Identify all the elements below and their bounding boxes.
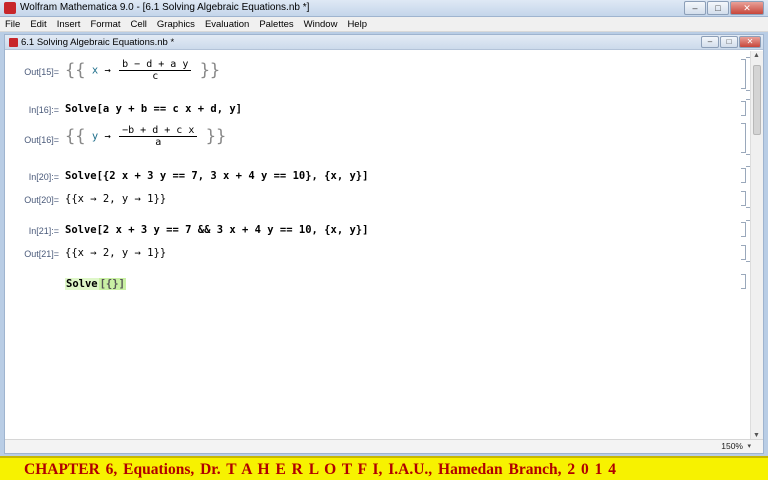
minimize-button[interactable]: – — [684, 1, 706, 15]
out15-var: x — [91, 64, 99, 77]
output-cell-20[interactable]: {{x → 2, y → 1}} — [65, 193, 166, 205]
notebook-restore-button[interactable]: □ — [720, 36, 738, 48]
status-bar: 150% ▾ — [5, 439, 763, 453]
maximize-button[interactable]: □ — [707, 1, 729, 15]
menu-bar: File Edit Insert Format Cell Graphics Ev… — [0, 17, 768, 32]
notebook-minimize-button[interactable]: – — [701, 36, 719, 48]
output-cell-15[interactable]: {{ x → b − d + a y c }} — [65, 59, 220, 82]
output-cell-16[interactable]: {{ y → −b + d + c x a }} — [65, 125, 226, 148]
active-solve-brackets: [{}] — [98, 278, 126, 290]
close-button[interactable]: ✕ — [730, 1, 764, 15]
out15-fraction: b − d + a y c — [119, 59, 192, 82]
notebook-close-button[interactable]: ✕ — [739, 36, 761, 48]
lecture-banner: CHAPTER 6, Equations, Dr. T A H E R L O … — [0, 456, 768, 480]
input-cell-21[interactable]: Solve[2 x + 3 y == 7 && 3 x + 4 y == 10,… — [65, 224, 368, 236]
input-cell-20[interactable]: Solve[{2 x + 3 y == 7, 3 x + 4 y == 10},… — [65, 170, 368, 182]
menu-palettes[interactable]: Palettes — [254, 17, 298, 31]
menu-window[interactable]: Window — [299, 17, 343, 31]
out16-arrow: → — [104, 130, 111, 143]
scroll-thumb[interactable] — [753, 65, 761, 135]
menu-edit[interactable]: Edit — [25, 17, 51, 31]
banner-text: CHAPTER 6, Equations, Dr. T A H E R L O … — [24, 461, 616, 478]
window-controls: – □ ✕ — [684, 1, 764, 15]
cell-label-in16: In[16]:= — [28, 105, 59, 115]
notebook-icon — [9, 38, 18, 47]
notebook-window: 6.1 Solving Algebraic Equations.nb * – □… — [4, 34, 764, 454]
zoom-dropdown-icon[interactable]: ▾ — [747, 442, 751, 450]
menu-evaluation[interactable]: Evaluation — [200, 17, 254, 31]
notebook-title: 6.1 Solving Algebraic Equations.nb * — [21, 37, 175, 48]
out15-denominator: c — [152, 71, 159, 82]
out15-arrow: → — [104, 64, 111, 77]
out16-var: y — [91, 130, 99, 143]
out16-numerator: −b + d + c x — [119, 125, 198, 137]
menu-graphics[interactable]: Graphics — [152, 17, 200, 31]
scroll-up-icon[interactable]: ▲ — [753, 52, 760, 59]
out16-fraction: −b + d + c x a — [119, 125, 198, 148]
notebook-window-controls: – □ ✕ — [701, 36, 761, 48]
cell-label-in20: In[20]:= — [28, 172, 59, 182]
menu-cell[interactable]: Cell — [126, 17, 152, 31]
cell-label-out21: Out[21]= — [24, 249, 59, 259]
notebook-content[interactable]: Out[15]= {{ x → b − d + a y c }} In[16]:… — [5, 51, 751, 440]
cell-label-out20: Out[20]= — [24, 195, 59, 205]
zoom-level[interactable]: 150% — [721, 441, 743, 451]
cell-bracket[interactable] — [741, 274, 746, 289]
output-cell-21[interactable]: {{x → 2, y → 1}} — [65, 247, 166, 259]
active-solve-keyword: Solve — [65, 278, 99, 290]
mathematica-logo-icon — [4, 2, 16, 14]
cell-label-out15: Out[15]= — [24, 67, 59, 77]
menu-file[interactable]: File — [0, 17, 25, 31]
scroll-down-icon[interactable]: ▼ — [753, 432, 760, 439]
active-input-cell[interactable]: Solve[{}] — [65, 278, 126, 290]
cell-label-in21: In[21]:= — [28, 226, 59, 236]
out15-numerator: b − d + a y — [119, 59, 192, 71]
input-cell-16[interactable]: Solve[a y + b == c x + d, y] — [65, 103, 242, 115]
vertical-scrollbar[interactable]: ▲ ▼ — [750, 51, 763, 440]
app-title-bar: Wolfram Mathematica 9.0 - [6.1 Solving A… — [0, 0, 768, 17]
app-title: Wolfram Mathematica 9.0 - [6.1 Solving A… — [20, 2, 310, 13]
cell-label-out16: Out[16]= — [24, 135, 59, 145]
menu-format[interactable]: Format — [85, 17, 125, 31]
menu-help[interactable]: Help — [342, 17, 372, 31]
notebook-title-bar: 6.1 Solving Algebraic Equations.nb * – □… — [5, 35, 763, 50]
menu-insert[interactable]: Insert — [52, 17, 86, 31]
out16-denominator: a — [155, 137, 162, 148]
